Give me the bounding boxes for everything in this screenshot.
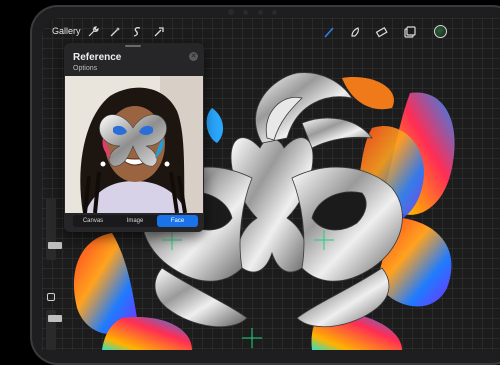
procreate-canvas-screen: Gallery Reference ✕ Options Canvas Image… [42, 18, 500, 350]
reference-mode-tabs: Canvas Image Face [73, 215, 198, 227]
opacity-slider[interactable] [46, 310, 62, 350]
tab-image[interactable]: Image [115, 215, 155, 227]
top-toolbar: Gallery [42, 18, 500, 46]
options-link[interactable]: Options [73, 65, 97, 72]
front-camera [228, 9, 234, 15]
tab-canvas[interactable]: Canvas [73, 215, 113, 227]
opacity-knob[interactable] [48, 315, 62, 322]
selection-s-icon[interactable] [130, 25, 144, 39]
reference-title: Reference [73, 52, 122, 63]
brush-icon[interactable] [322, 25, 336, 39]
close-icon[interactable]: ✕ [189, 52, 198, 61]
camera-sensor [243, 10, 248, 15]
reference-panel: Reference ✕ Options Canvas Image Face [64, 43, 204, 232]
layers-icon[interactable] [402, 25, 416, 39]
magic-wand-icon[interactable] [108, 25, 122, 39]
face-camera-preview [65, 76, 203, 213]
brush-size-slider[interactable] [46, 198, 62, 260]
arrow-cursor-icon[interactable] [152, 25, 166, 39]
smudge-icon[interactable] [348, 25, 362, 39]
camera-lens [258, 10, 263, 15]
brush-size-knob[interactable] [48, 242, 62, 249]
square-icon[interactable] [47, 293, 55, 301]
camera-light [272, 10, 277, 15]
wrench-icon[interactable] [86, 25, 100, 39]
gallery-button[interactable]: Gallery [52, 26, 81, 36]
panel-drag-handle[interactable] [125, 45, 141, 47]
tab-face[interactable]: Face [157, 215, 198, 227]
eraser-icon[interactable] [374, 25, 388, 39]
sidebar [42, 198, 62, 350]
color-icon[interactable] [434, 25, 447, 38]
